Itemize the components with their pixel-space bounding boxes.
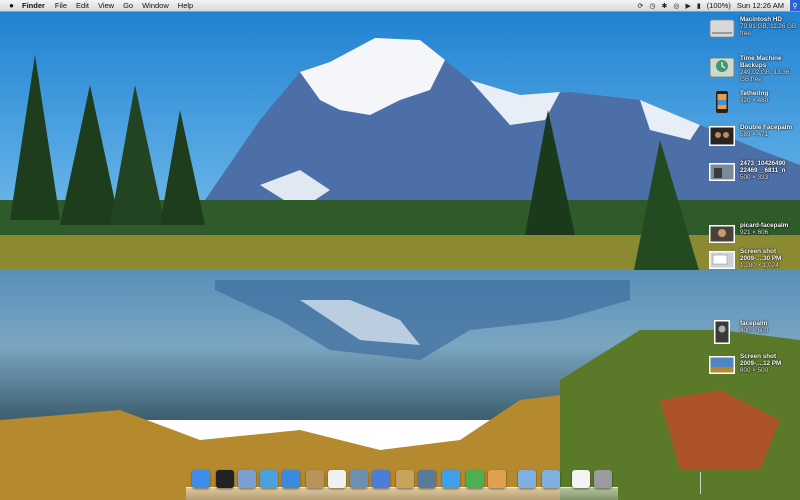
file-icon[interactable] bbox=[572, 470, 590, 488]
image-thumbnail-icon bbox=[709, 126, 735, 146]
image-thumbnail-icon bbox=[709, 225, 735, 243]
desktop-item-2473-photo[interactable]: 2473_10426490 22469__6811_n 500 × 333 bbox=[708, 160, 800, 184]
desktop-item-info: 589 × 471 bbox=[740, 131, 769, 138]
desktop-item-picard-facepalm[interactable]: picard-facepalm 921 × 606 bbox=[708, 222, 788, 246]
dashboard-icon[interactable] bbox=[216, 470, 234, 488]
desktop-item-label: Macintosh HD bbox=[740, 16, 782, 23]
screenshot-thumbnail-icon bbox=[709, 356, 735, 374]
desktop-item-info: 1,280 × 1,024 bbox=[740, 262, 779, 269]
desktop-item-info: 921 × 606 bbox=[740, 229, 769, 236]
spotlight-icon[interactable]: ⚲ bbox=[790, 0, 800, 11]
bluetooth-icon[interactable]: ✱ bbox=[661, 2, 667, 10]
wifi-icon[interactable]: ◎ bbox=[673, 2, 679, 10]
desktop-item-info: 500 × 333 bbox=[740, 174, 769, 181]
sync-icon[interactable]: ⟳ bbox=[637, 2, 643, 10]
menu-clock[interactable]: Sun 12:26 AM bbox=[737, 1, 784, 10]
desktop-item-double-facepalm[interactable]: Double Facepalm 589 × 471 bbox=[708, 124, 792, 148]
desktop-item-info: 79.81 GB, 11.26 GB free bbox=[740, 23, 797, 37]
desktop-item-label: picard-facepalm bbox=[740, 222, 789, 229]
battery-percent[interactable]: (100%) bbox=[707, 1, 731, 10]
address-book-icon[interactable] bbox=[306, 470, 324, 488]
menu-edit[interactable]: Edit bbox=[76, 1, 89, 10]
desktop-item-label: Screen shot 2009-....12 PM bbox=[740, 353, 782, 367]
trash-icon[interactable] bbox=[594, 470, 612, 488]
dock bbox=[186, 468, 701, 500]
desktop-item-screenshot-2[interactable]: Screen shot 2009-....12 PM 800 × 500 bbox=[708, 353, 800, 377]
desktop-item-tethering[interactable]: Tethering 320 × 480 bbox=[708, 90, 768, 114]
tree-icon[interactable] bbox=[466, 470, 484, 488]
desktop-wallpaper bbox=[0, 0, 800, 500]
desktop-item-info: 320 × 480 bbox=[740, 97, 769, 104]
ical-icon[interactable] bbox=[328, 470, 346, 488]
hard-drive-icon bbox=[709, 19, 735, 38]
documents-folder-icon[interactable] bbox=[542, 470, 560, 488]
image-thumbnail-icon bbox=[709, 163, 735, 181]
itunes-icon[interactable] bbox=[372, 470, 390, 488]
desktop-item-screenshot-1[interactable]: Screen shot 2009-....30 PM 1,280 × 1,024 bbox=[708, 248, 800, 272]
desktop-item-facepalm[interactable]: facepalm 400 × 600 bbox=[708, 320, 768, 344]
desktop-item-macintosh-hd[interactable]: Macintosh HD 79.81 GB, 11.26 GB free bbox=[708, 16, 800, 40]
desktop-item-label: 2473_10426490 22469__6811_n bbox=[740, 160, 786, 174]
desktop-item-time-machine[interactable]: Time Machine Backups 249.02 GB, 13.36 GB… bbox=[708, 55, 800, 83]
desktop-item-label: Double Facepalm bbox=[740, 124, 793, 131]
dock-shelf bbox=[186, 487, 618, 500]
apple-menu-icon[interactable]: ● bbox=[7, 1, 16, 10]
desktop-item-label: Screen shot 2009-....30 PM bbox=[740, 248, 782, 262]
desktop-item-info: 800 × 500 bbox=[740, 367, 769, 374]
applications-folder-icon[interactable] bbox=[518, 470, 536, 488]
screenshot-thumbnail-icon bbox=[709, 251, 735, 269]
xcode-icon[interactable] bbox=[418, 470, 436, 488]
volume-icon[interactable]: ▶ bbox=[685, 2, 690, 10]
safari-icon[interactable] bbox=[260, 470, 278, 488]
desktop-item-label: facepalm bbox=[740, 320, 768, 327]
finder-icon[interactable] bbox=[192, 470, 210, 488]
time-machine-drive-icon bbox=[709, 57, 735, 78]
ichat-icon[interactable] bbox=[282, 470, 300, 488]
menu-go[interactable]: Go bbox=[123, 1, 133, 10]
dock-separator bbox=[700, 472, 701, 494]
preview-icon[interactable] bbox=[350, 470, 368, 488]
menu-view[interactable]: View bbox=[98, 1, 114, 10]
desktop-item-label: Time Machine Backups bbox=[740, 55, 782, 69]
time-machine-icon[interactable]: ◷ bbox=[649, 2, 655, 10]
desktop-item-info: 400 × 600 bbox=[740, 327, 769, 334]
iphoto-icon[interactable] bbox=[396, 470, 414, 488]
menu-bar: ● Finder File Edit View Go Window Help ⟳… bbox=[0, 0, 800, 12]
battery-icon[interactable]: ▮ bbox=[697, 2, 701, 10]
desktop-item-label: Tethering bbox=[740, 90, 769, 97]
menu-help[interactable]: Help bbox=[178, 1, 193, 10]
desktop-item-info: 249.02 GB, 13.36 GB free bbox=[740, 69, 790, 83]
menu-extras: ⟳ ◷ ✱ ◎ ▶ ▮ (100%) Sun 12:26 AM ⚲ bbox=[637, 0, 800, 11]
menu-file[interactable]: File bbox=[55, 1, 67, 10]
iphone-image-icon bbox=[716, 91, 728, 113]
menu-app-name[interactable]: Finder bbox=[22, 1, 45, 10]
mail-icon[interactable] bbox=[238, 470, 256, 488]
menu-window[interactable]: Window bbox=[142, 1, 169, 10]
image-thumbnail-icon bbox=[714, 320, 730, 344]
textedit-icon[interactable] bbox=[488, 470, 506, 488]
network-utility-icon[interactable] bbox=[442, 470, 460, 488]
